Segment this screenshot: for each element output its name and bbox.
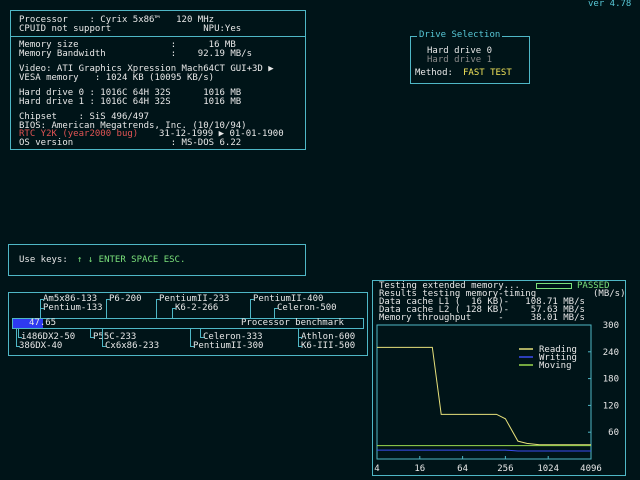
hard-drive-1-line: Hard drive 1 : 1016C 64H 32S 1016 MB	[19, 97, 242, 107]
x-tick-label: 4096	[580, 464, 602, 474]
cpu-reference-tick	[200, 337, 204, 338]
divider	[11, 36, 305, 37]
cpu-reference-tick	[18, 337, 22, 338]
method-value[interactable]: FAST TEST	[463, 68, 512, 79]
cpu-reference-tick	[102, 329, 103, 346]
memory-bandwidth-line: Memory Bandwidth : 92.19 MB/s	[19, 49, 252, 59]
cpu-reference-tick	[172, 308, 176, 309]
y-tick-label: 120	[603, 401, 619, 411]
cpu-reference-tick	[106, 299, 107, 318]
cpu-reference-label: PentiumII-300	[193, 341, 264, 351]
benchmark-label: Processor benchmark	[241, 318, 344, 328]
cpu-reference-tick	[16, 346, 20, 347]
cpu-reference-tick	[298, 329, 299, 346]
cpu-reference-tick	[200, 329, 201, 337]
cpu-reference-label: Cx6x86-233	[105, 341, 160, 351]
x-tick-label: 4	[374, 464, 379, 474]
cpu-reference-label: K6-III-500	[301, 341, 356, 351]
cpu-reference-label: Celeron-500	[277, 303, 337, 313]
cpu-reference-tick	[40, 299, 44, 300]
cpu-reference-tick	[106, 299, 110, 300]
legend-label: Moving	[539, 361, 572, 371]
cpu-reference-label: K6-2-266	[175, 303, 219, 313]
y-tick-label: 240	[603, 348, 619, 358]
benchmark-panel: Am5x86-133 P6-200 PentiumII-233 PentiumII-4…	[8, 292, 368, 356]
cpu-reference-label: P6-200	[109, 294, 142, 304]
cpu-reference-tick	[190, 346, 194, 347]
cpuid-line: CPUID not support NPU:Yes	[19, 24, 242, 34]
y-tick-label: 300	[603, 321, 619, 331]
memory-timing-chart: 300240180120604 16 64 256 1024 4096ReadingWri…	[374, 321, 619, 474]
keys-panel: Use keys: ↑ ↓ ENTER SPACE ESC.	[8, 244, 306, 276]
cpu-reference-tick	[40, 308, 41, 318]
os-version-line: OS version : MS-DOS 6.22	[19, 138, 242, 148]
cpu-reference-label: Pentium-133	[43, 303, 103, 313]
benchmark-score: 47.65	[29, 318, 57, 328]
cpu-reference-tick	[18, 329, 19, 337]
x-tick-label: 16	[414, 464, 425, 474]
cpu-reference-tick	[250, 299, 251, 318]
cpu-reference-tick	[156, 299, 160, 300]
cpu-reference-tick	[90, 329, 91, 337]
x-tick-label: 1024	[537, 464, 559, 474]
drive-selection-title: Drive Selection	[417, 30, 503, 41]
method-label: Method:	[415, 68, 453, 78]
cpu-reference-label: 386DX-40	[19, 341, 63, 351]
cpu-reference-tick	[274, 308, 275, 318]
keys-list: ↑ ↓ ENTER SPACE ESC.	[77, 255, 186, 265]
cpu-reference-tick	[156, 299, 157, 318]
y-tick-label: 180	[603, 375, 619, 385]
version-label: ver 4.78	[588, 0, 632, 9]
cpu-reference-tick	[172, 308, 173, 318]
y-tick-label: 60	[608, 428, 619, 438]
memory-test-panel: Testing extended memory... PASSED Result…	[372, 280, 626, 476]
vesa-line: VESA memory : 1024 KB (10095 KB/s)	[19, 73, 215, 83]
cpu-reference-tick	[298, 346, 302, 347]
system-info-panel: Processor : Cyrix 5x86™ 120 MHz CPUID no…	[10, 10, 306, 150]
x-tick-label: 256	[497, 464, 513, 474]
cpu-reference-tick	[90, 337, 94, 338]
cpu-reference-tick	[250, 299, 254, 300]
cpu-reference-tick	[274, 308, 278, 309]
x-tick-label: 64	[457, 464, 468, 474]
drive-selection-panel: Drive Selection Hard drive 0 Hard drive …	[410, 30, 530, 84]
benchmark-bar-frame: 47.65 Processor benchmark	[12, 318, 364, 329]
keys-prefix: Use keys:	[19, 255, 68, 265]
benchmark-bottom-labels: i486DX2-50 P55C-233 Celeron-333 Athlon-600 3…	[9, 329, 367, 355]
cpu-reference-tick	[40, 308, 44, 309]
cpu-reference-tick	[190, 329, 191, 346]
benchmark-top-labels: Am5x86-133 P6-200 PentiumII-233 PentiumII-4…	[9, 293, 367, 318]
cpu-reference-tick	[16, 329, 17, 346]
series-line-writing	[377, 449, 591, 452]
drive-option-1[interactable]: Hard drive 1	[427, 55, 492, 66]
cpu-reference-tick	[102, 346, 106, 347]
